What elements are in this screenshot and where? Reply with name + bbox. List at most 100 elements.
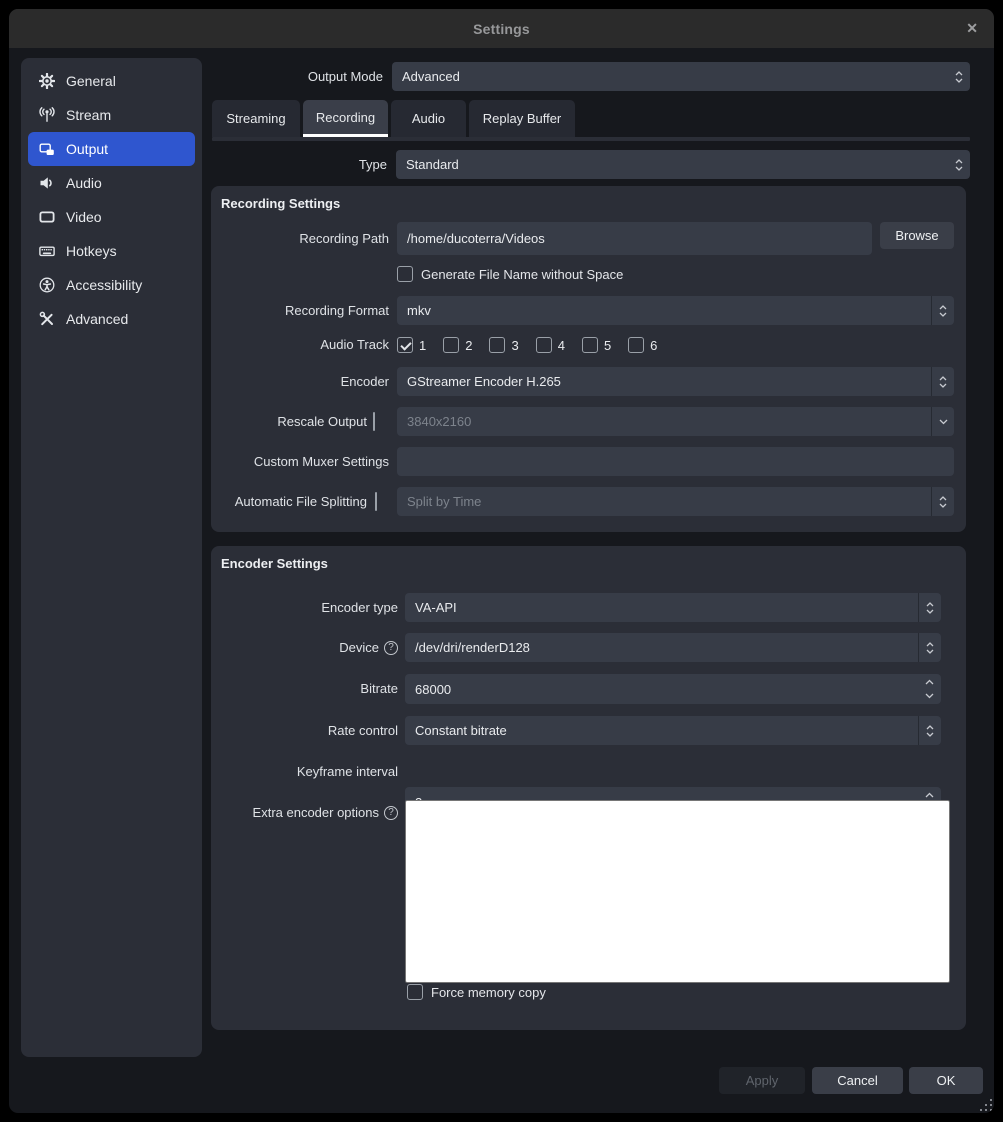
rate-control-select[interactable]: Constant bitrate [405,716,941,745]
speaker-icon [38,175,55,192]
gear-icon [38,73,55,90]
audio-track-4-checkbox[interactable] [536,337,552,353]
audio-track-row: 1 2 3 4 5 6 [397,337,674,353]
spinner-arrows-icon[interactable] [918,633,941,662]
close-icon[interactable]: ✕ [966,9,978,48]
force-memory-copy-checkbox[interactable] [407,984,423,1000]
spinner-arrows-icon[interactable] [948,150,970,179]
bitrate-spinbox[interactable]: 68000 [405,674,941,704]
rate-control-label: Rate control [211,716,398,745]
spinner-arrows-icon[interactable] [931,296,954,325]
output-icon [38,141,55,158]
cancel-button[interactable]: Cancel [812,1067,903,1094]
spinner-arrows-icon[interactable] [948,62,970,91]
sidebar-item-label: Hotkeys [66,243,117,259]
titlebar[interactable]: Settings ✕ [9,9,994,48]
custom-muxer-label: Custom Muxer Settings [211,447,389,476]
broadcast-icon [38,107,55,124]
dialog-title: Settings [473,21,530,37]
generate-no-space-row: Generate File Name without Space [397,266,623,282]
recording-format-select[interactable]: mkv [397,296,954,325]
sidebar-item-hotkeys[interactable]: Hotkeys [28,234,195,268]
output-tabs: Streaming Recording Audio Replay Buffer [212,100,575,137]
sidebar-item-label: Output [66,141,108,157]
file-splitting-checkbox[interactable] [375,492,377,511]
tab-recording[interactable]: Recording [303,100,388,137]
audio-track-5-checkbox[interactable] [582,337,598,353]
tab-audio[interactable]: Audio [391,100,466,137]
device-label-row: Device ? [211,633,398,662]
ok-button[interactable]: OK [909,1067,983,1094]
keyboard-icon [38,243,55,260]
sidebar-item-audio[interactable]: Audio [28,166,195,200]
spin-down-icon[interactable] [925,693,934,699]
extra-options-label-row: Extra encoder options ? [211,805,398,820]
recording-settings-group: Recording Settings Recording Path Browse… [211,186,966,532]
device-label: Device [339,640,379,655]
keyframe-interval-label: Keyframe interval [211,757,398,787]
spinner-arrows-icon[interactable] [918,593,941,622]
encoder-type-label: Encoder type [211,593,398,622]
spinner-arrows-icon[interactable] [918,716,941,745]
output-mode-label: Output Mode [183,62,383,91]
sidebar-item-label: Accessibility [66,277,142,293]
sidebar-item-accessibility[interactable]: Accessibility [28,268,195,302]
settings-sidebar: General Stream Output [21,58,202,1057]
force-memory-copy-row: Force memory copy [407,984,546,1000]
spin-up-icon[interactable] [925,792,934,798]
file-splitting-select[interactable]: Split by Time [397,487,954,516]
sidebar-item-label: Stream [66,107,111,123]
tab-replay-buffer[interactable]: Replay Buffer [469,100,575,137]
audio-track-1-checkbox[interactable] [397,337,413,353]
spin-up-icon[interactable] [925,679,934,685]
group-title: Recording Settings [221,196,340,211]
bitrate-label: Bitrate [211,674,398,704]
sidebar-item-label: Advanced [66,311,128,327]
rescale-output-checkbox[interactable] [373,412,375,431]
recording-path-input[interactable] [397,222,872,255]
tab-pane-edge [212,137,970,141]
spinner-arrows-icon[interactable] [931,367,954,396]
sidebar-item-general[interactable]: General [28,64,195,98]
settings-dialog: Settings ✕ General [9,9,994,1113]
recording-format-label: Recording Format [211,296,389,325]
sidebar-item-label: General [66,73,116,89]
apply-button[interactable]: Apply [719,1067,805,1094]
rescale-output-label: Rescale Output [211,407,367,436]
extra-options-label: Extra encoder options [253,805,379,820]
sidebar-item-label: Video [66,209,102,225]
help-icon[interactable]: ? [384,806,398,820]
encoder-label: Encoder [211,367,389,396]
browse-button[interactable]: Browse [880,222,954,249]
chevron-down-icon[interactable] [931,407,954,436]
encoder-settings-group: Encoder Settings Encoder type VA-API Dev… [211,546,966,1030]
audio-track-2-checkbox[interactable] [443,337,459,353]
sidebar-item-stream[interactable]: Stream [28,98,195,132]
custom-muxer-input[interactable] [397,447,954,476]
encoder-select[interactable]: GStreamer Encoder H.265 [397,367,954,396]
recording-path-label: Recording Path [211,222,389,255]
sidebar-item-advanced[interactable]: Advanced [28,302,195,336]
spinner-arrows-icon[interactable] [931,487,954,516]
audio-track-6-checkbox[interactable] [628,337,644,353]
generate-no-space-checkbox[interactable] [397,266,413,282]
type-label: Type [187,150,387,179]
file-splitting-label: Automatic File Splitting [211,487,367,516]
sidebar-item-output[interactable]: Output [28,132,195,166]
tools-icon [38,311,55,328]
help-icon[interactable]: ? [384,641,398,655]
screen: Settings ✕ General [0,0,1003,1122]
sidebar-item-video[interactable]: Video [28,200,195,234]
encoder-type-select[interactable]: VA-API [405,593,941,622]
sidebar-item-label: Audio [66,175,102,191]
resize-grip[interactable] [978,1097,992,1111]
group-title: Encoder Settings [221,556,328,571]
extra-options-textarea[interactable] [405,800,950,983]
monitor-icon [38,209,55,226]
output-mode-select[interactable]: Advanced [392,62,970,91]
type-select[interactable]: Standard [396,150,970,179]
audio-track-3-checkbox[interactable] [489,337,505,353]
rescale-resolution-select[interactable]: 3840x2160 [397,407,954,436]
device-select[interactable]: /dev/dri/renderD128 [405,633,941,662]
tab-streaming[interactable]: Streaming [212,100,300,137]
